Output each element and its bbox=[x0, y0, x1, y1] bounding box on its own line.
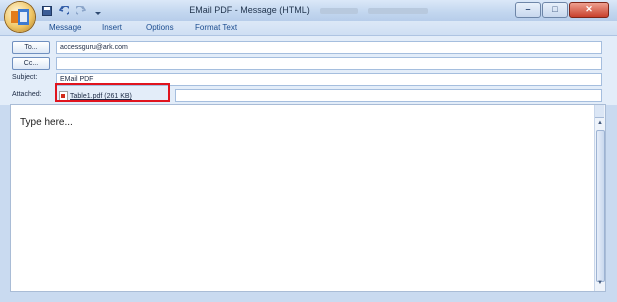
title-bar: EMail PDF - Message (HTML) – □ ✕ bbox=[0, 0, 617, 32]
blurred-region bbox=[367, 7, 428, 14]
vertical-scrollbar[interactable]: ▲ ▼ bbox=[594, 105, 605, 291]
window-controls: – □ ✕ bbox=[514, 2, 609, 18]
subject-label: Subject: bbox=[12, 74, 38, 81]
tab-insert[interactable]: Insert bbox=[102, 23, 122, 32]
email-window: EMail PDF - Message (HTML) – □ ✕ Message… bbox=[0, 0, 617, 302]
cc-field[interactable] bbox=[56, 57, 602, 70]
scroll-up-icon[interactable]: ▲ bbox=[596, 120, 604, 128]
status-bar bbox=[0, 294, 617, 302]
tab-message[interactable]: Message bbox=[49, 23, 81, 32]
highlight-box bbox=[55, 83, 170, 102]
scroll-down-icon[interactable]: ▼ bbox=[596, 280, 604, 288]
to-button[interactable]: To... bbox=[12, 41, 50, 54]
close-icon[interactable]: ✕ bbox=[569, 2, 609, 18]
body-text[interactable]: Type here... bbox=[20, 117, 73, 128]
maximize-icon[interactable]: □ bbox=[542, 2, 568, 18]
blurred-region bbox=[319, 7, 358, 14]
tab-options[interactable]: Options bbox=[146, 23, 174, 32]
office-orb-icon[interactable] bbox=[5, 2, 35, 32]
attachment-area bbox=[175, 89, 602, 102]
ribbon-tabs: Message Insert Options Format Text ? bbox=[0, 21, 617, 53]
message-body[interactable]: Type here... ▲ ▼ bbox=[10, 104, 606, 292]
minimize-icon[interactable]: – bbox=[515, 2, 541, 18]
ruler-icon[interactable] bbox=[595, 105, 604, 118]
cc-button[interactable]: Cc... bbox=[12, 57, 50, 70]
attached-label: Attached: bbox=[12, 91, 42, 98]
scroll-thumb[interactable] bbox=[596, 130, 605, 282]
to-field[interactable]: accessguru@ark.com bbox=[56, 41, 602, 54]
tab-format-text[interactable]: Format Text bbox=[195, 23, 237, 32]
